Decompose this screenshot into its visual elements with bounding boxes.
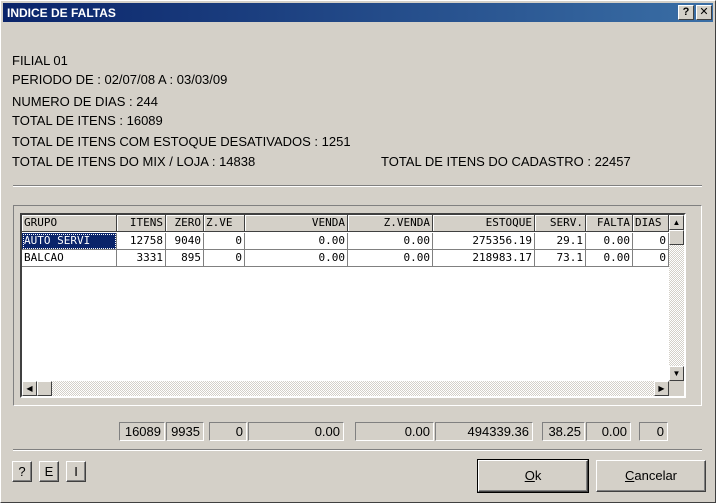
col-header-dias[interactable]: DIAS bbox=[633, 215, 669, 232]
cell-zvenda[interactable]: 0.00 bbox=[348, 233, 433, 250]
cell-itens[interactable]: 3331 bbox=[117, 250, 166, 267]
col-header-serv[interactable]: SERV. bbox=[535, 215, 586, 232]
cell-zero[interactable]: 895 bbox=[166, 250, 204, 267]
i-button[interactable]: I bbox=[66, 461, 86, 482]
total-falta-field: 0.00 bbox=[586, 422, 631, 441]
cancel-label: ancelar bbox=[634, 468, 678, 483]
title-bar[interactable]: INDICE DE FALTAS ? ✕ bbox=[3, 3, 713, 22]
top-divider bbox=[13, 185, 702, 187]
cell-estoque[interactable]: 218983.17 bbox=[433, 250, 535, 267]
cell-dias[interactable]: 0 bbox=[633, 250, 669, 267]
total-desativados-label: TOTAL DE ITENS COM ESTOQUE DESATIVADOS :… bbox=[12, 134, 351, 149]
total-zvenda-field: 0.00 bbox=[355, 422, 434, 441]
total-itens-label: TOTAL DE ITENS : 16089 bbox=[12, 113, 163, 128]
vertical-scrollbar[interactable]: ▲ ▼ bbox=[669, 215, 684, 381]
numero-dias-label: NUMERO DE DIAS : 244 bbox=[12, 94, 158, 109]
total-mix-label: TOTAL DE ITENS DO MIX / LOJA : 14838 bbox=[12, 154, 256, 169]
col-header-grupo[interactable]: GRUPO bbox=[22, 215, 117, 232]
col-header-venda[interactable]: VENDA bbox=[245, 215, 348, 232]
horizontal-scrollbar[interactable]: ◀ ▶ bbox=[22, 381, 669, 396]
cell-dias[interactable]: 0 bbox=[633, 233, 669, 250]
ok-mnemonic: O bbox=[524, 468, 535, 483]
data-grid[interactable]: GRUPO ITENS ZERO Z.VE VENDA Z.VENDA ESTO… bbox=[20, 213, 686, 398]
scroll-up-icon[interactable]: ▲ bbox=[669, 215, 684, 230]
cell-zvenda[interactable]: 0.00 bbox=[348, 250, 433, 267]
periodo-label: PERIODO DE : 02/07/08 A : 03/03/09 bbox=[12, 72, 228, 87]
col-header-zero[interactable]: ZERO bbox=[166, 215, 204, 232]
cell-falta[interactable]: 0.00 bbox=[586, 250, 633, 267]
cell-grupo[interactable]: BALCAO bbox=[22, 250, 117, 267]
total-venda-field: 0.00 bbox=[248, 422, 344, 441]
cell-zve[interactable]: 0 bbox=[204, 250, 245, 267]
cell-venda[interactable]: 0.00 bbox=[245, 233, 348, 250]
cell-grupo[interactable]: AUTO SERVI bbox=[22, 233, 117, 250]
cell-zve[interactable]: 0 bbox=[204, 233, 245, 250]
cell-itens[interactable]: 12758 bbox=[117, 233, 166, 250]
scrollbar-corner bbox=[669, 381, 684, 396]
e-button[interactable]: E bbox=[39, 461, 59, 482]
total-itens-field: 16089 bbox=[119, 422, 165, 441]
cell-estoque[interactable]: 275356.19 bbox=[433, 233, 535, 250]
total-zero-field: 9935 bbox=[166, 422, 204, 441]
col-header-itens[interactable]: ITENS bbox=[117, 215, 166, 232]
cell-zero[interactable]: 9040 bbox=[166, 233, 204, 250]
scroll-left-icon[interactable]: ◀ bbox=[22, 381, 37, 396]
scroll-down-icon[interactable]: ▼ bbox=[669, 366, 684, 381]
help-button[interactable]: ? bbox=[12, 461, 32, 482]
col-header-falta[interactable]: FALTA bbox=[586, 215, 633, 232]
total-estoque-field: 494339.36 bbox=[435, 422, 533, 441]
total-zve-field: 0 bbox=[209, 422, 247, 441]
total-serv-field: 38.25 bbox=[542, 422, 585, 441]
cell-serv[interactable]: 73.1 bbox=[535, 250, 586, 267]
cell-serv[interactable]: 29.1 bbox=[535, 233, 586, 250]
total-cadastro-label: TOTAL DE ITENS DO CADASTRO : 22457 bbox=[381, 154, 631, 169]
ok-button[interactable]: Ok bbox=[477, 459, 589, 493]
col-header-zvenda[interactable]: Z.VENDA bbox=[348, 215, 433, 232]
cell-venda[interactable]: 0.00 bbox=[245, 250, 348, 267]
cancel-button[interactable]: Cancelar bbox=[596, 460, 706, 492]
title-help-button[interactable]: ? bbox=[678, 5, 694, 20]
bottom-divider bbox=[13, 449, 702, 451]
dialog-window: INDICE DE FALTAS ? ✕ FILIAL 01 PERIODO D… bbox=[0, 0, 716, 503]
scroll-right-icon[interactable]: ▶ bbox=[654, 381, 669, 396]
vertical-scroll-thumb[interactable] bbox=[669, 230, 684, 245]
col-header-zve[interactable]: Z.VE bbox=[204, 215, 245, 232]
col-header-estoque[interactable]: ESTOQUE bbox=[433, 215, 535, 232]
close-button[interactable]: ✕ bbox=[696, 5, 712, 20]
cancel-mnemonic: C bbox=[624, 468, 635, 483]
horizontal-scroll-thumb[interactable] bbox=[37, 381, 52, 396]
window-title: INDICE DE FALTAS bbox=[7, 6, 116, 20]
total-dias-field: 0 bbox=[639, 422, 668, 441]
filial-label: FILIAL 01 bbox=[12, 53, 68, 68]
ok-label: k bbox=[534, 468, 542, 483]
cell-falta[interactable]: 0.00 bbox=[586, 233, 633, 250]
